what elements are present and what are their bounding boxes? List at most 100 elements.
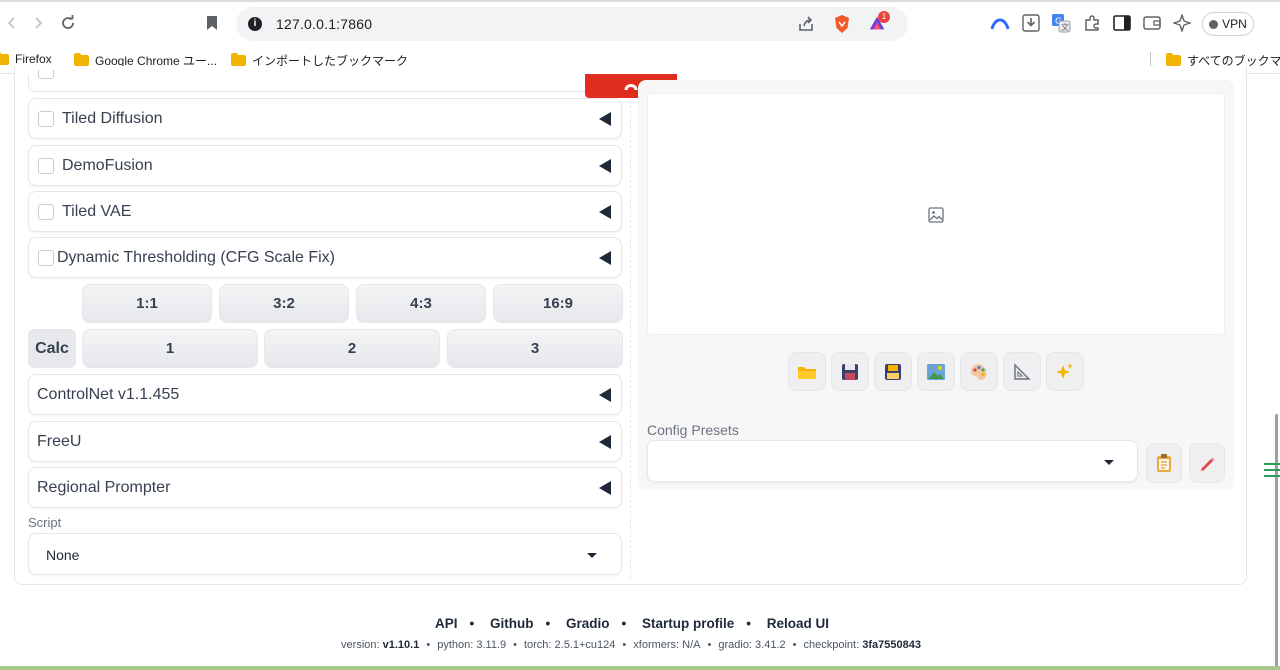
checkpoint-label: checkpoint: — [803, 639, 860, 651]
xformers-version: xformers: N/A — [633, 639, 701, 651]
script-label: Script — [28, 515, 62, 530]
aspect-4-3-button[interactable]: 4:3 — [356, 284, 486, 323]
translate-icon[interactable]: G文 — [1051, 13, 1071, 33]
accordion-tiled-diffusion[interactable]: Tiled Diffusion — [28, 98, 622, 139]
bookmark-icon[interactable] — [200, 11, 224, 35]
dropdown-caret-icon — [1104, 460, 1114, 465]
extras-sparkle-button[interactable] — [1046, 352, 1084, 391]
send-to-inpaint-button[interactable] — [960, 352, 998, 391]
startup-profile-link[interactable]: Startup profile — [642, 616, 734, 631]
forward-icon[interactable] — [26, 11, 50, 35]
enable-checkbox[interactable] — [38, 158, 54, 174]
accordion-label: Regional Prompter — [37, 479, 171, 496]
send-to-img2img-button[interactable] — [917, 352, 955, 391]
collapse-arrow-icon[interactable] — [599, 251, 611, 265]
site-info-icon[interactable]: i — [248, 17, 262, 31]
bookmark-label: Firefox — [15, 52, 52, 66]
edit-preset-button[interactable] — [1189, 443, 1225, 483]
brave-shield-icon[interactable] — [832, 14, 852, 34]
accordion-label: DemoFusion — [62, 157, 153, 174]
accordion-label: ControlNet v1.1.455 — [37, 386, 180, 403]
enable-checkbox[interactable] — [38, 111, 54, 127]
enable-checkbox[interactable] — [38, 250, 54, 266]
accordion-freeu[interactable]: FreeU — [28, 421, 622, 462]
github-link[interactable]: Github — [490, 616, 534, 631]
api-link[interactable]: API — [435, 616, 458, 631]
reload-ui-link[interactable]: Reload UI — [767, 616, 829, 631]
clipboard-icon — [1157, 454, 1171, 472]
calc-label[interactable]: Calc — [28, 329, 76, 368]
zip-button[interactable] — [874, 352, 912, 391]
apply-preset-button[interactable] — [1146, 443, 1182, 483]
calc-3-button[interactable]: 3 — [447, 329, 623, 368]
vpn-label: VPN — [1222, 17, 1247, 31]
page-scrollbar[interactable] — [1275, 414, 1278, 670]
wallet-icon[interactable] — [1142, 13, 1162, 33]
download-icon[interactable] — [1021, 13, 1041, 33]
gradio-version: gradio: 3.41.2 — [718, 639, 786, 651]
accordion-label: FreeU — [37, 433, 82, 450]
accordion-regional-prompter[interactable]: Regional Prompter — [28, 467, 622, 508]
enable-checkbox[interactable] — [38, 204, 54, 220]
sidebar-icon[interactable] — [1112, 13, 1132, 33]
save-button[interactable] — [831, 352, 869, 391]
image-icon — [927, 363, 945, 380]
checkbox[interactable] — [38, 70, 54, 79]
folder-icon — [798, 366, 816, 379]
address-bar[interactable]: i 127.0.0.1:7860 1 — [236, 7, 908, 41]
calc-2-button[interactable]: 2 — [264, 329, 440, 368]
menu-icon[interactable] — [1264, 463, 1280, 477]
folder-icon — [0, 51, 9, 65]
accordion-label: Dynamic Thresholding (CFG Scale Fix) — [57, 249, 336, 266]
calc-1-button[interactable]: 1 — [82, 329, 258, 368]
bookmark-firefox[interactable]: Firefox — [0, 51, 52, 66]
zip-icon — [885, 363, 901, 380]
collapse-arrow-icon[interactable] — [599, 435, 611, 449]
browser-toolbar: i 127.0.0.1:7860 1 G文 VPN — [0, 0, 1280, 44]
accordion-label: Tiled VAE — [62, 203, 132, 220]
script-value: None — [46, 547, 80, 563]
extensions-icon[interactable] — [1082, 13, 1102, 33]
aspect-16-9-button[interactable]: 16:9 — [493, 284, 623, 323]
collapse-arrow-icon[interactable] — [599, 388, 611, 402]
aspect-1-1-button[interactable]: 1:1 — [82, 284, 212, 323]
accordion-dynamic-thresholding[interactable]: Dynamic Thresholding (CFG Scale Fix) — [28, 237, 622, 278]
footer-links: API • Github • Gradio • Startup profile • Re… — [434, 616, 830, 631]
leo-ai-icon[interactable] — [990, 13, 1010, 33]
back-icon[interactable] — [0, 11, 24, 35]
folder-icon — [231, 53, 246, 66]
rewards-badge: 1 — [878, 11, 890, 23]
leo-sparkle-icon[interactable] — [1172, 13, 1192, 33]
version-value: v1.10.1 — [382, 639, 420, 651]
send-to-extras-button[interactable] — [1003, 352, 1041, 391]
svg-text:文: 文 — [1061, 22, 1069, 32]
accordion-partial[interactable] — [28, 70, 622, 92]
accordion-demofusion[interactable]: DemoFusion — [28, 145, 622, 186]
collapse-arrow-icon[interactable] — [599, 481, 611, 495]
accordion-controlnet[interactable]: ControlNet v1.1.455 — [28, 374, 622, 415]
brave-rewards-icon[interactable]: 1 — [868, 11, 890, 33]
reload-icon[interactable] — [56, 11, 80, 35]
save-icon — [842, 363, 858, 380]
gradio-link[interactable]: Gradio — [566, 616, 610, 631]
column-divider — [630, 80, 631, 578]
vpn-button[interactable]: VPN — [1202, 12, 1254, 36]
folder-icon — [74, 53, 89, 66]
vpn-status-icon — [1209, 19, 1219, 29]
accordion-tiled-vae[interactable]: Tiled VAE — [28, 191, 622, 232]
dropdown-caret-icon — [587, 553, 597, 558]
image-placeholder-icon — [928, 207, 944, 223]
collapse-arrow-icon[interactable] — [599, 205, 611, 219]
sparkle-icon — [1056, 362, 1073, 379]
checkpoint-value: 3fa7550843 — [862, 639, 921, 651]
script-dropdown[interactable]: None — [28, 533, 622, 575]
aspect-3-2-button[interactable]: 3:2 — [219, 284, 349, 323]
collapse-arrow-icon[interactable] — [599, 112, 611, 126]
collapse-arrow-icon[interactable] — [599, 159, 611, 173]
pencil-icon — [1200, 457, 1215, 471]
ruler-icon — [1014, 362, 1031, 380]
share-icon[interactable] — [796, 14, 816, 34]
open-folder-button[interactable] — [788, 352, 826, 391]
config-presets-dropdown[interactable] — [647, 440, 1138, 482]
accordion-label: Tiled Diffusion — [62, 110, 163, 127]
